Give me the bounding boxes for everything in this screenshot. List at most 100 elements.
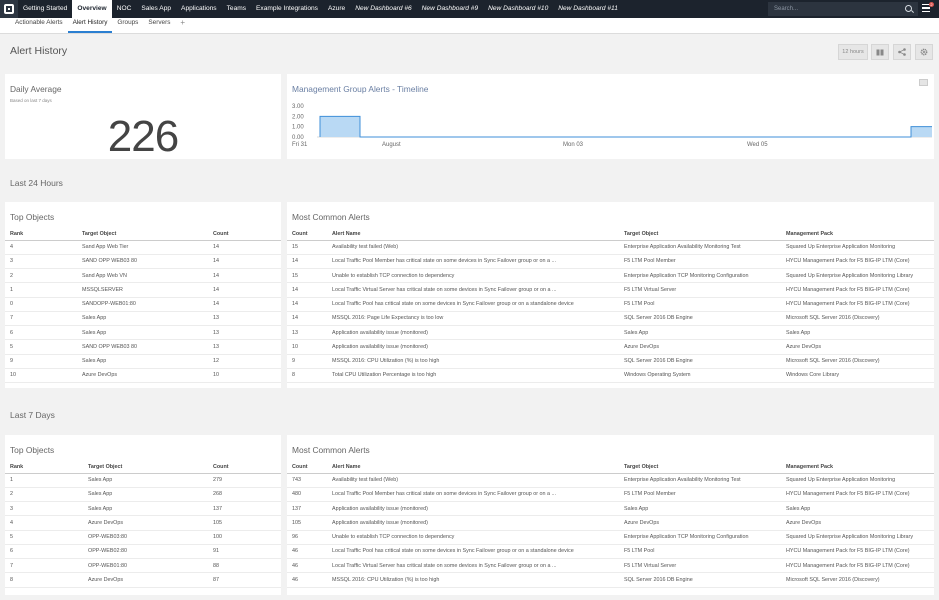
nav-item-applications[interactable]: Applications xyxy=(176,0,222,18)
cell-text: 88 xyxy=(213,562,219,569)
table-cell: Local Traffic Pool Member has critical s… xyxy=(327,487,619,503)
table-cell: 14 xyxy=(208,254,281,270)
time-range-button[interactable]: 12 hours xyxy=(838,44,868,60)
table-row[interactable]: 105 Application availability issue (monit… xyxy=(287,515,934,531)
table-row[interactable]: 743 Availability test failed (Web) Enterpr… xyxy=(287,473,934,488)
gear-icon[interactable] xyxy=(915,44,933,60)
nav-items: Getting Started Overview NOC Sales App Appli… xyxy=(18,0,623,18)
cell-text: 2 xyxy=(10,272,13,279)
nav-item-example-integrations[interactable]: Example Integrations xyxy=(251,0,323,18)
table-cell: 0 xyxy=(5,297,77,312)
table-row[interactable]: 4 Sand App Web Tier 14 xyxy=(5,240,281,255)
cell-text: 1 xyxy=(10,477,13,484)
nav-item-new-dashboard-6[interactable]: New Dashboard #6 xyxy=(350,0,416,18)
table-row[interactable]: 7 OPP-WEB01:80 88 xyxy=(5,558,281,574)
table-row[interactable]: 8 Azure DevOps 87 xyxy=(5,572,281,588)
table-row[interactable]: 46 MSSQL 2016: CPU Utilization (%) is too… xyxy=(287,572,934,588)
nav-item-teams[interactable]: Teams xyxy=(222,0,251,18)
table-row[interactable]: 5 OPP-WEB03:80 100 xyxy=(5,530,281,545)
menu-icon[interactable]: 2 xyxy=(922,2,934,14)
table-row[interactable]: 13 Application availability issue (monito… xyxy=(287,325,934,341)
table-row[interactable]: 3 SAND OPP WEB03 80 14 xyxy=(5,254,281,270)
table-row[interactable]: 6 OPP-WEB02:80 91 xyxy=(5,544,281,560)
search-placeholder: Search... xyxy=(774,6,799,12)
add-tab-button[interactable]: + xyxy=(175,17,190,33)
table-cell: Sales App xyxy=(781,325,934,341)
table-row[interactable]: 14 MSSQL 2016: Page Life Expectancy is to… xyxy=(287,311,934,327)
table-row[interactable]: 14 Local Traffic Pool has critical state … xyxy=(287,297,934,312)
timeline-line xyxy=(319,115,932,138)
table-row[interactable]: 9 Sales App 12 xyxy=(5,354,281,369)
nav-item-overview[interactable]: Overview xyxy=(72,0,112,18)
table-cell: Enterprise Application TCP Monitoring Co… xyxy=(619,530,781,545)
table-cell: F5 LTM Pool xyxy=(619,544,781,560)
col-target-object: Target Object xyxy=(619,229,781,241)
table-row[interactable]: 1 Sales App 279 xyxy=(5,473,281,488)
table-row[interactable]: 3 Sales App 137 xyxy=(5,501,281,517)
cell-text: OPP-WEB03:80 xyxy=(88,534,127,541)
cell-text: SQL Server 2016 DB Engine xyxy=(624,576,693,583)
share-icon[interactable] xyxy=(893,44,911,60)
table-row[interactable]: 4 Azure DevOps 105 xyxy=(5,515,281,531)
table-row[interactable]: 46 Local Traffic Pool has critical state … xyxy=(287,544,934,560)
table-cell: Sales App xyxy=(83,473,208,488)
table-row[interactable]: 2 Sand App Web VN 14 xyxy=(5,268,281,284)
table-row[interactable]: 96 Unable to establish TCP connection to … xyxy=(287,530,934,545)
cell-text: Squared Up Enterprise Application Monito… xyxy=(786,477,896,484)
last-24-hours-label: Last 24 Hours xyxy=(10,178,63,188)
nav-item-sales-app[interactable]: Sales App xyxy=(136,0,176,18)
tab-actionable-alerts[interactable]: Actionable Alerts xyxy=(10,17,68,33)
x-tick-label: Mon 03 xyxy=(563,142,584,148)
cell-text: Total CPU Utilization Percentage is too … xyxy=(332,372,437,379)
nav-item-noc[interactable]: NOC xyxy=(112,0,137,18)
top-objects-7d-title: Top Objects xyxy=(10,445,55,455)
table-row[interactable]: 5 SAND OPP WEB03 80 13 xyxy=(5,339,281,355)
table-row[interactable]: 14 Local Traffic Virtual Server has criti… xyxy=(287,282,934,298)
table-row[interactable]: 2 Sales App 268 xyxy=(5,487,281,503)
nav-item-new-dashboard-11[interactable]: New Dashboard #11 xyxy=(553,0,623,18)
table-row[interactable]: 7 Sales App 13 xyxy=(5,311,281,327)
cell-text: 137 xyxy=(292,505,301,512)
book-icon[interactable] xyxy=(871,44,889,60)
table-row[interactable]: 480 Local Traffic Pool Member has critica… xyxy=(287,487,934,503)
cell-text: Sales App xyxy=(82,315,107,322)
table-row[interactable]: 1 MSSQLSERVER 14 xyxy=(5,282,281,298)
table-row[interactable]: 10 Application availability issue (monito… xyxy=(287,339,934,355)
sub-nav: Actionable Alerts Alert History Groups Serv… xyxy=(0,18,939,34)
table-row[interactable]: 0 SANDOPP-WEB01:80 14 xyxy=(5,297,281,312)
nav-item-azure[interactable]: Azure xyxy=(323,0,350,18)
table-cell: Azure DevOps xyxy=(781,515,934,531)
cell-text: 4 xyxy=(10,519,13,526)
cell-text: 87 xyxy=(213,576,219,583)
table-row[interactable]: 15 Unable to establish TCP connection to … xyxy=(287,268,934,284)
top-objects-7d-rows: 1 Sales App 279 2 Sales App 268 3 Sales App 137 4… xyxy=(5,473,281,588)
search-icon[interactable] xyxy=(905,5,912,12)
common-alerts-24h-tile: Most Common Alerts Count Alert Name Targ… xyxy=(287,202,934,388)
tab-servers[interactable]: Servers xyxy=(143,17,175,33)
search-input[interactable]: Search... xyxy=(768,2,918,16)
table-row[interactable]: 10 Azure DevOps 10 xyxy=(5,368,281,384)
table-row[interactable]: 6 Sales App 13 xyxy=(5,325,281,341)
app-logo-icon[interactable] xyxy=(0,0,18,18)
tab-groups[interactable]: Groups xyxy=(112,17,143,33)
table-row[interactable]: 46 Local Traffic Virtual Server has criti… xyxy=(287,558,934,574)
nav-item-new-dashboard-10[interactable]: New Dashboard #10 xyxy=(483,0,553,18)
table-row[interactable]: 137 Application availability issue (monit… xyxy=(287,501,934,517)
table-row[interactable]: 15 Availability test failed (Web) Enterpri… xyxy=(287,240,934,255)
cell-text: Enterprise Application TCP Monitoring Co… xyxy=(624,534,749,541)
table-cell: SQL Server 2016 DB Engine xyxy=(619,311,781,327)
table-row[interactable]: 9 MSSQL 2016: CPU Utilization (%) is too … xyxy=(287,354,934,369)
tab-alert-history[interactable]: Alert History xyxy=(67,17,113,33)
col-management-pack: Management Pack xyxy=(781,462,934,474)
nav-item-new-dashboard-9[interactable]: New Dashboard #9 xyxy=(417,0,483,18)
nav-item-getting-started[interactable]: Getting Started xyxy=(18,0,72,18)
table-cell: Local Traffic Virtual Server has critica… xyxy=(327,282,619,298)
cell-text: 14 xyxy=(292,315,298,322)
table-row[interactable]: 14 Local Traffic Pool Member has critical… xyxy=(287,254,934,270)
table-cell: 87 xyxy=(208,572,281,588)
cell-text: Sales App xyxy=(88,477,113,484)
table-cell: HYCU Management Pack for F5 BIG-IP LTM (… xyxy=(781,297,934,312)
cell-text: Local Traffic Virtual Server has critica… xyxy=(332,286,557,293)
cell-text: 8 xyxy=(292,372,295,379)
table-row[interactable]: 8 Total CPU Utilization Percentage is too… xyxy=(287,368,934,384)
